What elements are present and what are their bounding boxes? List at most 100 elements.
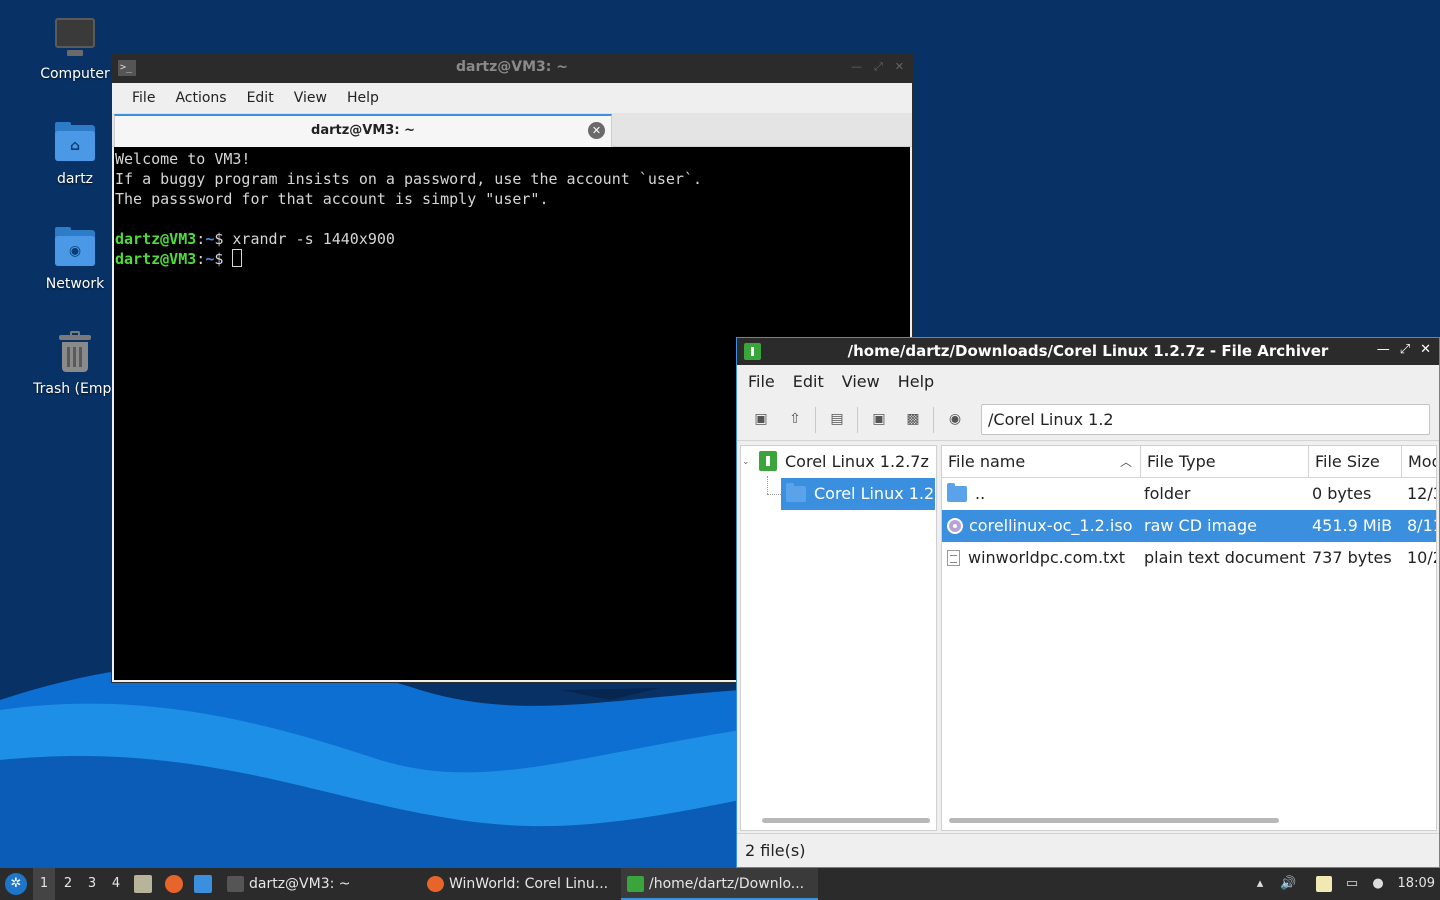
file-name: winworldpc.com.txt (968, 548, 1126, 567)
terminal-titlebar[interactable]: >_ dartz@VM3: ~ — ⤢ ✕ (112, 54, 912, 83)
menu-view[interactable]: View (284, 90, 337, 106)
workspace-1[interactable]: 1 (33, 868, 55, 900)
close-icon[interactable]: ✕ (1420, 342, 1431, 357)
desktop-icon-network[interactable]: ◉ Network (25, 226, 125, 292)
location-input[interactable] (981, 404, 1430, 435)
menu-edit[interactable]: Edit (784, 372, 833, 391)
workspace-2[interactable]: 2 (57, 868, 79, 900)
desktop-launcher-icon[interactable] (194, 875, 212, 893)
add-folder-icon[interactable]: ▩ (904, 410, 922, 428)
tree-item-archive[interactable]: Corel Linux 1.2.7z (759, 446, 935, 478)
file-modified: 8/11 (1407, 516, 1436, 535)
table-row[interactable]: corellinux-oc_1.2.iso raw CD image 451.9… (942, 510, 1436, 542)
folder-icon (947, 483, 967, 502)
file-archiver-window[interactable]: /home/dartz/Downloads/Corel Linux 1.2.7z… (736, 337, 1440, 868)
minimize-icon[interactable]: — (851, 60, 862, 74)
prompt-user: dartz@VM3 (115, 230, 197, 248)
task-label: WinWorld: Corel Linu... (449, 876, 609, 892)
column-modified[interactable]: Mod (1402, 446, 1436, 478)
computer-icon (53, 16, 97, 60)
prompt-path: ~ (205, 230, 215, 248)
table-row[interactable]: winworldpc.com.txt plain text document 7… (942, 542, 1436, 574)
list-header: File name︿ File Type File Size Mod (942, 446, 1436, 478)
menu-help[interactable]: Help (337, 90, 389, 106)
window-title: /home/dartz/Downloads/Corel Linux 1.2.7z… (847, 342, 1329, 360)
prompt-symbol: $ (214, 230, 233, 248)
extract-icon[interactable]: ⇧ (786, 410, 804, 428)
desktop-icon-label: Trash (Empt (33, 381, 117, 397)
menu-actions[interactable]: Actions (165, 90, 236, 106)
file-list: File name︿ File Type File Size Mod .. fo… (941, 445, 1437, 831)
task-file-archiver[interactable]: /home/dartz/Downlo... (621, 868, 818, 900)
archiver-menubar: File Edit View Help (737, 365, 1439, 397)
task-firefox[interactable]: WinWorld: Corel Linu... (421, 868, 616, 900)
menu-view[interactable]: View (833, 372, 889, 391)
desktop-icon-label: Computer (40, 66, 110, 82)
workspace-3[interactable]: 3 (81, 868, 103, 900)
maximize-icon[interactable]: ⤢ (1400, 342, 1410, 357)
file-name: corellinux-oc_1.2.iso (969, 516, 1133, 535)
add-file-icon[interactable]: ▣ (870, 410, 888, 428)
file-modified: 12/3 (1407, 484, 1436, 503)
maximize-icon[interactable]: ⤢ (874, 60, 883, 74)
prompt-separator: : (196, 250, 206, 268)
archiver-toolbar: ▣ ⇧ ▤ ▣ ▩ ◉ (737, 397, 1439, 441)
menu-file[interactable]: File (739, 372, 784, 391)
task-label: /home/dartz/Downlo... (649, 876, 805, 892)
archiver-titlebar[interactable]: /home/dartz/Downloads/Corel Linux 1.2.7z… (737, 338, 1439, 365)
file-size: 0 bytes (1312, 484, 1372, 503)
terminal-icon (227, 876, 244, 892)
tree-item-folder[interactable]: Corel Linux 1.2 (781, 478, 935, 510)
archive-properties-icon[interactable]: ▤ (828, 410, 846, 428)
column-file-type[interactable]: File Type (1141, 446, 1309, 478)
clock[interactable]: 18:09 (1398, 868, 1435, 900)
terminal-command-line: dartz@VM3:~$ xrandr -s 1440x900 (115, 229, 910, 249)
minimize-icon[interactable]: — (1377, 342, 1390, 357)
file-size: 737 bytes (1312, 548, 1392, 567)
terminal-line: The passsword for that account is simply… (115, 190, 549, 208)
new-archive-icon[interactable]: ▣ (752, 410, 770, 428)
start-menu-icon[interactable]: ✲ (5, 873, 27, 895)
terminal-prompt-line[interactable]: dartz@VM3:~$ (115, 249, 910, 269)
terminal-line: Welcome to VM3! (115, 150, 251, 168)
file-type: folder (1144, 484, 1191, 503)
terminal-line: If a buggy program insists on a password… (115, 170, 702, 188)
file-manager-launcher-icon[interactable] (134, 875, 152, 893)
volume-icon[interactable]: 🔊 (1280, 876, 1296, 892)
collapse-arrow-icon[interactable]: ⌄ (742, 457, 750, 467)
menu-help[interactable]: Help (889, 372, 943, 391)
file-type: plain text document (1144, 548, 1306, 567)
terminal-tab[interactable]: dartz@VM3: ~ ✕ (114, 114, 612, 147)
status-bar: 2 file(s) (737, 833, 1439, 867)
update-notifier-icon[interactable]: ● (1370, 876, 1386, 892)
network-folder-icon: ◉ (53, 226, 97, 270)
tree-item-label: Corel Linux 1.2.7z (785, 452, 929, 471)
network-icon[interactable]: ▭ (1344, 876, 1360, 892)
archive-icon (759, 451, 777, 471)
desktop-icon-home[interactable]: ⌂ dartz (25, 121, 125, 187)
home-folder-icon: ⌂ (53, 121, 97, 165)
tab-label: dartz@VM3: ~ (311, 123, 415, 138)
menu-edit[interactable]: Edit (237, 90, 284, 106)
archive-icon (627, 876, 644, 892)
file-size: 451.9 MiB (1312, 516, 1393, 535)
column-file-size[interactable]: File Size (1309, 446, 1402, 478)
workspace-4[interactable]: 4 (105, 868, 127, 900)
terminal-menubar: File Actions Edit View Help (112, 83, 912, 113)
table-row[interactable]: .. folder 0 bytes 12/3 (942, 478, 1436, 510)
desktop-icon-trash[interactable]: Trash (Empt (25, 331, 125, 397)
folder-icon (786, 483, 806, 502)
desktop-icon-computer[interactable]: Computer (25, 16, 125, 82)
column-file-name[interactable]: File name ︿ (942, 446, 1141, 478)
tree-scrollbar[interactable] (762, 818, 930, 823)
clipboard-icon[interactable] (1316, 876, 1332, 892)
taskbar: ✲ 1 2 3 4 dartz@VM3: ~ WinWorld: Corel L… (0, 868, 1440, 900)
list-scrollbar[interactable] (949, 818, 1279, 823)
stop-icon[interactable]: ◉ (946, 410, 964, 428)
task-terminal[interactable]: dartz@VM3: ~ (221, 868, 416, 900)
firefox-launcher-icon[interactable] (165, 875, 183, 893)
menu-file[interactable]: File (122, 90, 165, 106)
close-tab-icon[interactable]: ✕ (588, 122, 605, 139)
close-icon[interactable]: ✕ (895, 60, 904, 74)
tray-up-arrow-icon[interactable]: ▴ (1252, 876, 1268, 892)
